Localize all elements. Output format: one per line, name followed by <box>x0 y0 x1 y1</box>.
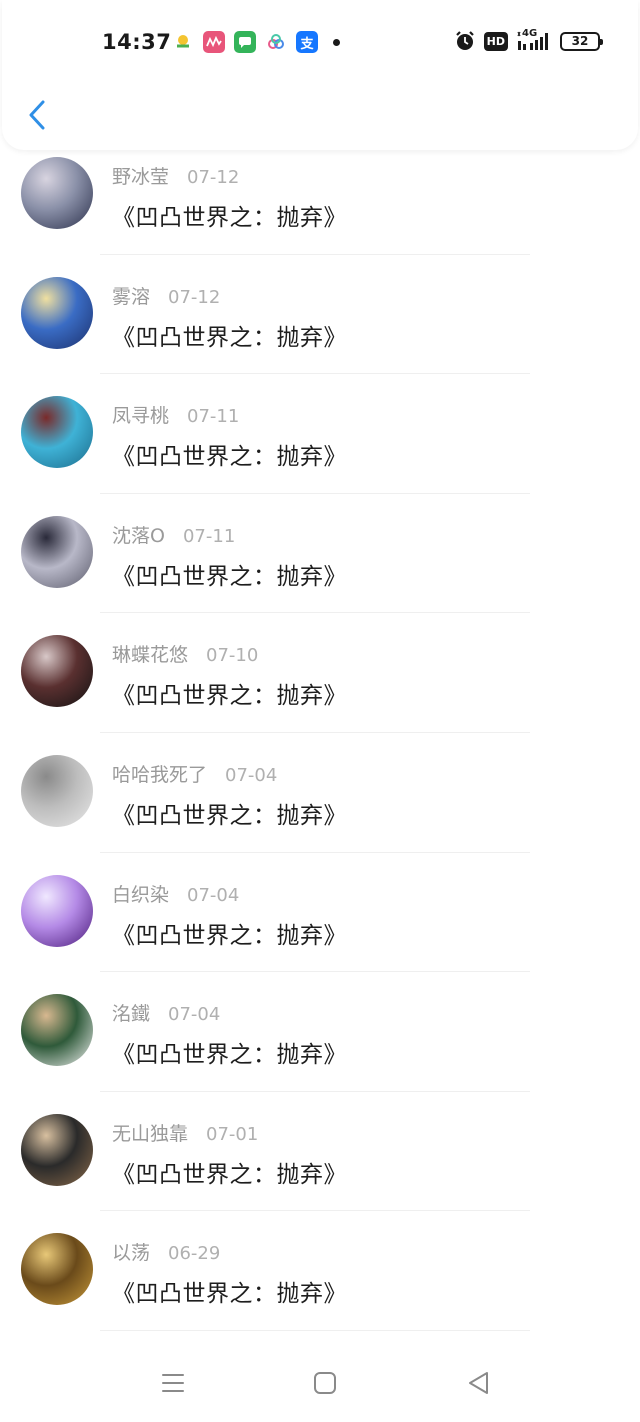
comment-date: 06-29 <box>168 1243 221 1265</box>
nav-back-button[interactable] <box>464 1368 494 1398</box>
avatar[interactable] <box>21 396 93 469</box>
comment-date: 07-04 <box>187 884 240 906</box>
comment-date: 07-04 <box>168 1004 221 1026</box>
comment-text: 《凹凸世界之：抛弃》 <box>112 802 347 829</box>
comment-text: 《凹凸世界之：抛弃》 <box>112 683 347 710</box>
comment-author[interactable]: 哈哈我死了 07-04 <box>112 760 277 787</box>
avatar[interactable] <box>21 515 93 588</box>
comment-row[interactable]: 琳蝶花悠 07-10 《凹凸世界之：抛弃》 <box>0 628 640 748</box>
row-divider <box>100 492 530 494</box>
avatar[interactable] <box>21 1233 93 1306</box>
comment-date: 07-12 <box>187 167 240 188</box>
comment-row[interactable]: 无山独靠 07-01 《凹凸世界之：抛弃》 <box>0 1107 640 1227</box>
comment-row[interactable]: 沈落O 07-11 《凹凸世界之：抛弃》 <box>0 509 640 629</box>
author-name: 洺鐵 <box>112 1003 151 1026</box>
comment-author[interactable]: 琳蝶花悠 07-10 <box>112 640 258 667</box>
system-nav-bar <box>0 1340 640 1422</box>
comment-text: 《凹凸世界之：抛弃》 <box>112 1042 347 1069</box>
comment-text: 《凹凸世界之：抛弃》 <box>112 1281 347 1308</box>
comment-author[interactable]: 白织染 07-04 <box>112 880 239 907</box>
home-button[interactable] <box>310 1368 340 1398</box>
comment-date: 07-01 <box>206 1123 259 1145</box>
comment-date: 07-11 <box>187 406 240 428</box>
row-divider <box>100 1329 530 1331</box>
avatar[interactable] <box>21 874 93 947</box>
comment-author[interactable]: 雾溶 07-12 <box>112 282 220 309</box>
comment-row[interactable]: 雾溶 07-12 《凹凸世界之：抛弃》 <box>0 270 640 390</box>
avatar[interactable] <box>21 276 93 349</box>
avatar[interactable] <box>21 1113 93 1186</box>
comment-row[interactable]: 以荡 06-29 《凹凸世界之：抛弃》 <box>0 1226 640 1346</box>
comment-row[interactable]: 凤寻桃 07-11 《凹凸世界之：抛弃》 <box>0 389 640 509</box>
author-name: 无山独靠 <box>112 1122 189 1145</box>
comment-date: 07-04 <box>225 764 278 786</box>
comment-author[interactable]: 凤寻桃 07-11 <box>112 401 239 428</box>
row-divider <box>100 851 530 853</box>
author-name: 雾溶 <box>112 285 151 308</box>
back-button[interactable] <box>24 98 52 134</box>
row-divider <box>100 971 530 973</box>
comment-list: 野冰莹 07-12 《凹凸世界之：抛弃》 雾溶 07-12 《凹凸世界之：抛弃》 凤寻桃 07… <box>0 150 640 1346</box>
home-icon <box>314 1372 336 1394</box>
author-name: 白织染 <box>112 883 170 906</box>
row-divider <box>100 731 530 733</box>
row-divider <box>100 1090 530 1092</box>
comment-row[interactable]: 白织染 07-04 《凹凸世界之：抛弃》 <box>0 868 640 988</box>
header <box>2 0 638 150</box>
comment-row[interactable]: 洺鐵 07-04 《凹凸世界之：抛弃》 <box>0 987 640 1107</box>
author-name: 凤寻桃 <box>112 405 170 428</box>
avatar[interactable] <box>21 754 93 827</box>
comment-date: 07-11 <box>182 525 236 547</box>
avatar[interactable] <box>21 635 93 708</box>
avatar[interactable] <box>21 157 93 229</box>
row-divider <box>100 612 530 614</box>
comment-author[interactable]: 洺鐵 07-04 <box>112 999 220 1026</box>
comment-date: 07-10 <box>206 645 259 667</box>
comment-author[interactable]: 以荡 06-29 <box>112 1238 220 1265</box>
author-name: 琳蝶花悠 <box>112 644 189 667</box>
row-divider <box>100 373 530 375</box>
menu-icon <box>162 1374 184 1392</box>
comment-date: 07-12 <box>168 286 221 308</box>
back-chevron-icon <box>29 100 45 130</box>
author-name: 哈哈我死了 <box>112 763 208 786</box>
comment-text: 《凹凸世界之：抛弃》 <box>112 922 347 949</box>
comment-author[interactable]: 野冰莹 07-12 <box>112 162 239 189</box>
back-triangle-icon <box>469 1372 488 1394</box>
menu-button[interactable] <box>158 1368 188 1398</box>
comment-text: 《凹凸世界之：抛弃》 <box>112 324 347 351</box>
author-name: 以荡 <box>112 1242 151 1265</box>
comment-text: 《凹凸世界之：抛弃》 <box>112 205 347 231</box>
comment-author[interactable]: 无山独靠 07-01 <box>112 1119 258 1146</box>
comment-author[interactable]: 沈落O 07-11 <box>112 521 235 548</box>
row-divider <box>100 1210 530 1212</box>
author-name: 沈落O <box>112 524 165 547</box>
comment-text: 《凹凸世界之：抛弃》 <box>112 444 347 471</box>
comment-text: 《凹凸世界之：抛弃》 <box>112 563 347 590</box>
avatar[interactable] <box>21 994 93 1067</box>
author-name: 野冰莹 <box>112 166 170 188</box>
comment-text: 《凹凸世界之：抛弃》 <box>112 1161 347 1188</box>
row-divider <box>100 253 530 255</box>
comment-row[interactable]: 野冰莹 07-12 《凹凸世界之：抛弃》 <box>0 150 640 270</box>
comment-row[interactable]: 哈哈我死了 07-04 《凹凸世界之：抛弃》 <box>0 748 640 868</box>
